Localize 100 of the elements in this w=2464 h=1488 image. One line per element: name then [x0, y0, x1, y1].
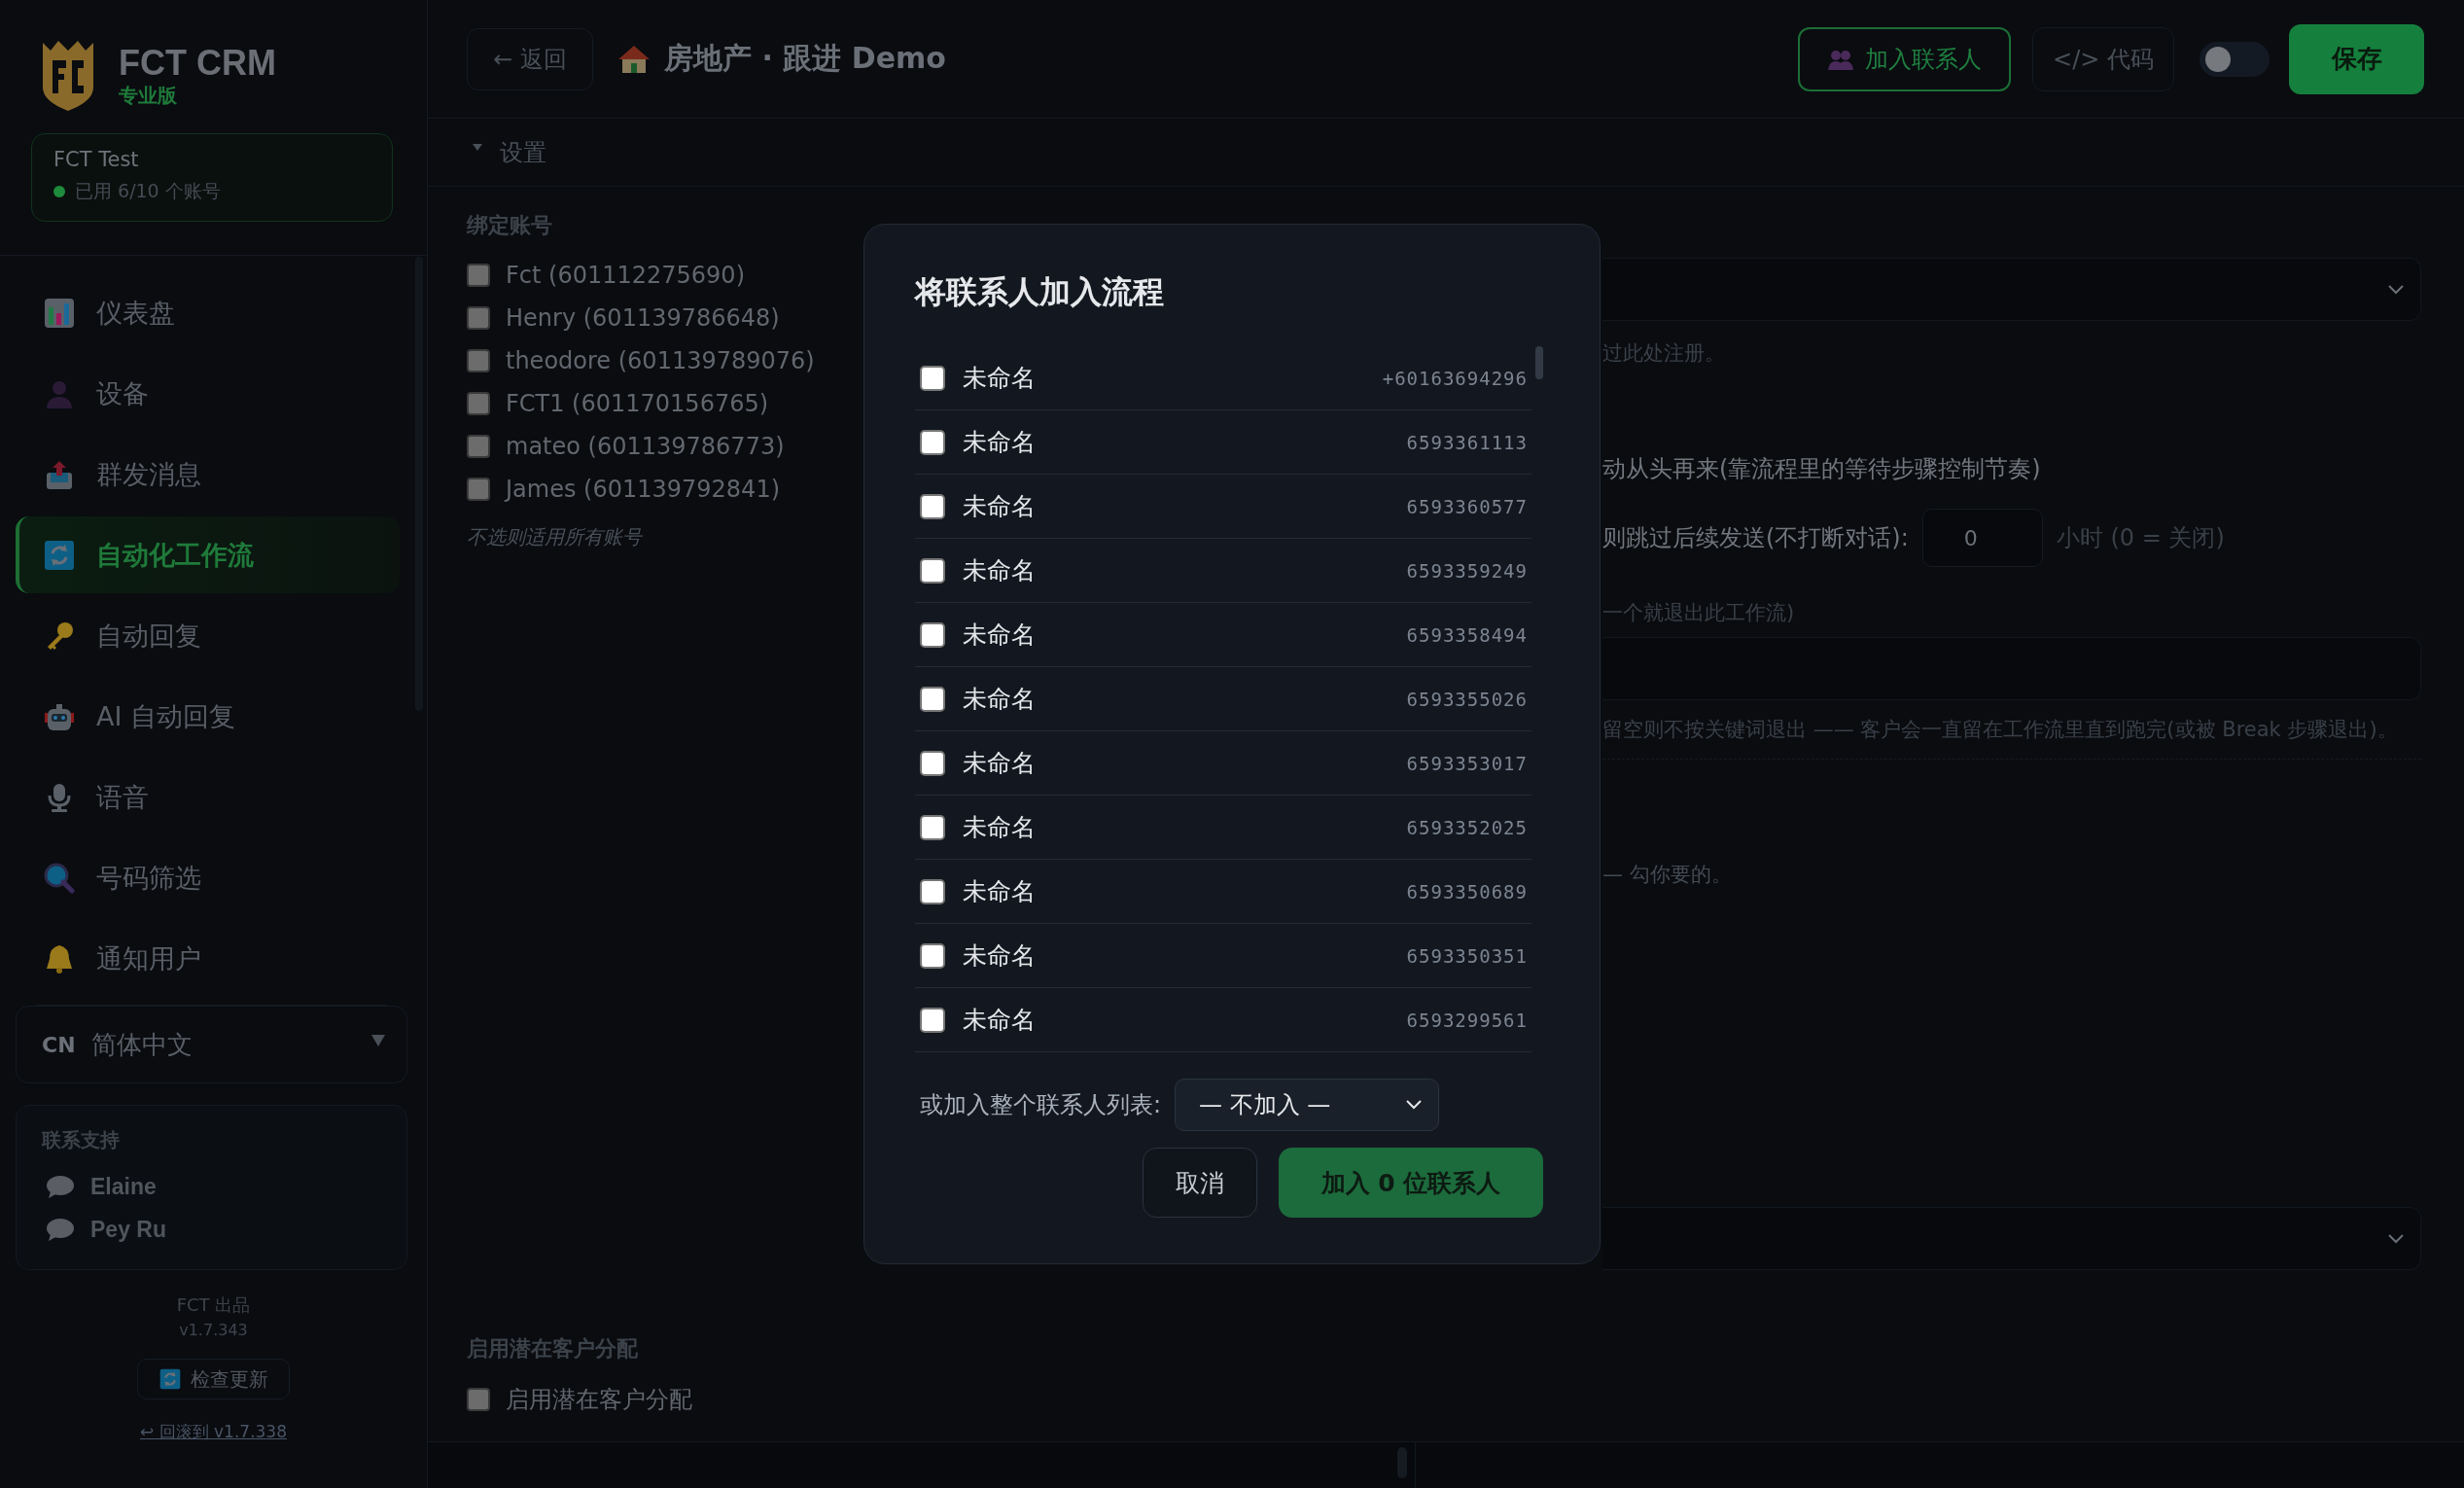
phone-number: 6593299561 [1406, 1009, 1528, 1031]
checkbox-label: mateo (601139786773) [506, 433, 785, 460]
checkbox[interactable] [467, 392, 490, 415]
edition-label: 专业版 [119, 83, 178, 108]
contact-name: 未命名 [963, 684, 1037, 715]
scrollbar[interactable] [1535, 346, 1543, 379]
credit-text: FCT 出品 [176, 1293, 251, 1317]
language-select[interactable]: CN 简体中文 [16, 1006, 407, 1083]
checkbox[interactable] [467, 435, 490, 458]
checkbox[interactable] [920, 814, 945, 840]
brand-name: FCT CRM [119, 44, 276, 83]
select-field[interactable] [1602, 258, 2421, 321]
upload-tray-icon [44, 458, 75, 490]
contact-name: 未命名 [963, 748, 1037, 779]
checkbox[interactable] [920, 878, 945, 904]
chevron-icon [2387, 1232, 2405, 1245]
checkbox[interactable] [920, 750, 945, 776]
phone-number: 6593353017 [1406, 752, 1528, 774]
nav-item[interactable]: 自动回复 [16, 597, 400, 674]
dialog-title: 将联系人加入流程 [915, 272, 1165, 312]
chat-bubble-icon [46, 1175, 75, 1198]
checkbox[interactable] [920, 365, 945, 391]
nav-item[interactable]: 仪表盘 [16, 274, 400, 351]
phone-number: 6593355026 [1406, 688, 1528, 710]
checkbox[interactable] [920, 429, 945, 455]
section-title: 设置 [500, 137, 546, 168]
contact-name: 未命名 [963, 491, 1037, 522]
checkbox[interactable] [920, 621, 945, 648]
save-button[interactable]: 保存 [2289, 23, 2424, 94]
nav-item[interactable]: 语音 [16, 759, 400, 835]
add-contacts-button[interactable]: 加入联系人 [1798, 26, 2011, 91]
checkbox[interactable] [467, 306, 490, 330]
update-button[interactable]: 检查更新 [137, 1359, 290, 1399]
checkbox[interactable] [920, 557, 945, 584]
checkbox-label: FCT1 (601170156765) [506, 390, 769, 417]
contact-name: 未命名 [963, 1005, 1037, 1036]
page-title: 房地产 · 跟进 Demo [664, 40, 946, 77]
checkbox[interactable] [467, 349, 490, 372]
confirm-button[interactable]: 加入 0 位联系人 [1279, 1148, 1543, 1218]
bell-icon [44, 942, 75, 974]
nav-item[interactable]: 自动化工作流 [16, 516, 400, 593]
phone-number: 6593350351 [1406, 944, 1528, 967]
contact-name: 未命名 [963, 812, 1037, 843]
house-icon [617, 43, 651, 75]
chevron-icon [2387, 283, 2405, 296]
phone-number: 6593359249 [1406, 559, 1528, 582]
checkbox[interactable] [920, 942, 945, 969]
language-code: CN [42, 1032, 76, 1057]
list-select[interactable]: — 不加入 — [1175, 1079, 1440, 1131]
checkbox-label: 启用潜在客户分配 [506, 1385, 692, 1415]
option-text: 动从头再来(靠流程里的等待步骤控制节奏) [1602, 454, 2042, 483]
checkbox[interactable] [920, 493, 945, 519]
nav-item[interactable]: 通知用户 [16, 920, 400, 985]
search-icon [44, 862, 75, 894]
back-button[interactable]: ← 返回 [467, 27, 593, 90]
checkbox[interactable] [467, 264, 490, 287]
checkbox-label: Henry (601139786648) [506, 304, 780, 332]
chevron-icon [1405, 1099, 1424, 1111]
checkbox[interactable] [467, 478, 490, 501]
chart-icon [44, 297, 75, 329]
field-label: 或加入整个联系人列表: [920, 1090, 1162, 1120]
nav-item[interactable]: 号码筛选 [16, 839, 400, 916]
contact-name: 未命名 [963, 427, 1037, 458]
phone-number: 6593350689 [1406, 880, 1528, 903]
caret-icon [371, 1035, 385, 1046]
version-text: v1.7.343 [179, 1320, 248, 1341]
phone-number: 6593360577 [1406, 495, 1528, 517]
number-field[interactable]: 0 [1921, 509, 2043, 567]
chat-bubble-icon [46, 1218, 75, 1241]
nav-item[interactable]: 群发消息 [16, 436, 400, 513]
refresh-icon [158, 1368, 181, 1390]
contact-name: 未命名 [963, 555, 1037, 586]
select-field[interactable] [1602, 1207, 2421, 1270]
contact-name: 未命名 [963, 876, 1037, 907]
checkbox[interactable] [920, 1007, 945, 1033]
checkbox-label: James (601139792841) [506, 476, 781, 503]
usage-text: 已用 6/10 个账号 [75, 179, 221, 203]
contact-link[interactable]: Elaine [90, 1173, 157, 1200]
account-name: FCT Test [53, 147, 140, 173]
field-label: 则跳过后续发送(不打断对话): [1602, 523, 1909, 552]
nav-item[interactable]: 设备 [16, 355, 400, 432]
checkbox-label: Fct (601112275690) [506, 262, 745, 289]
phone-number: +60163694296 [1382, 367, 1528, 389]
people-icon [1827, 48, 1853, 70]
phone-number: 6593358494 [1406, 623, 1528, 646]
settings-header[interactable]: 设置 [428, 119, 2464, 187]
checkbox-label: theodore (601139789076) [506, 347, 815, 374]
code-button[interactable]: </> 代码 [2032, 26, 2174, 91]
checkbox[interactable] [467, 1388, 490, 1411]
hint-text: — 勾你要的。 [1602, 862, 1733, 888]
contact-link[interactable]: Pey Ru [90, 1216, 166, 1243]
hint-text: 不选则适用所有账号 [467, 524, 644, 550]
rollback-link[interactable]: ↩ 回滚到 v1.7.338 [140, 1421, 287, 1443]
toggle-switch[interactable] [2200, 41, 2270, 77]
section-title: 绑定账号 [467, 212, 553, 239]
checkbox[interactable] [920, 686, 945, 712]
cancel-button[interactable]: 取消 [1143, 1148, 1257, 1218]
contact-name: 未命名 [963, 940, 1037, 972]
contact-name: 未命名 [963, 620, 1037, 651]
nav-item[interactable]: AI 自动回复 [16, 678, 400, 755]
